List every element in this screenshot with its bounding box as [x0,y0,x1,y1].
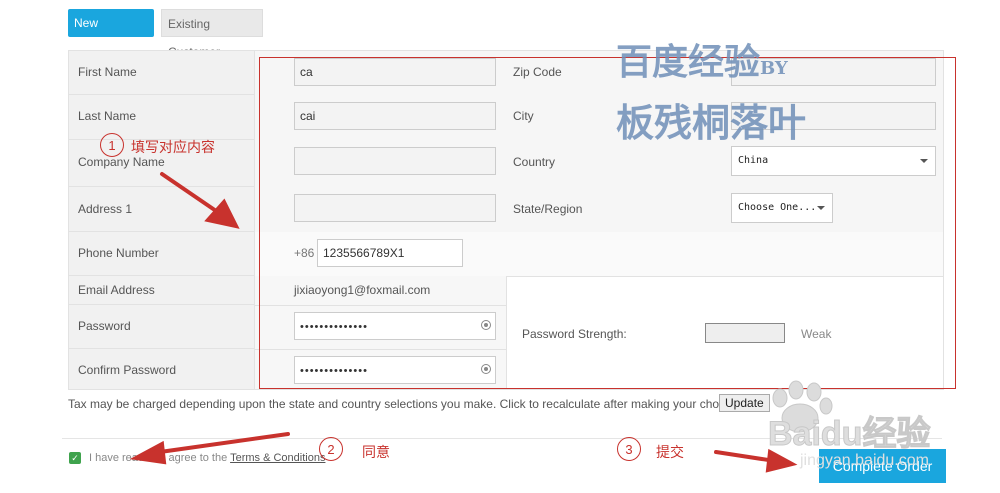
watermark-by: BY [760,58,788,79]
arrow-line [160,172,224,217]
baidu-url: jingyan.baidu.com [800,452,929,469]
baidu-watermark: Baidu经验 jingyan.baidu.com [760,380,1000,490]
watermark-line1: 百度经验BY [616,33,788,85]
arrow-head-icon [204,198,240,229]
watermark-line2: 板残桐落叶 [616,100,807,145]
baidu-logo-text: Baidu经验 [767,415,931,454]
arrow-line [158,432,290,454]
watermark-line1-text: 百度经验 [616,41,761,83]
arrow-head-icon [129,440,167,465]
